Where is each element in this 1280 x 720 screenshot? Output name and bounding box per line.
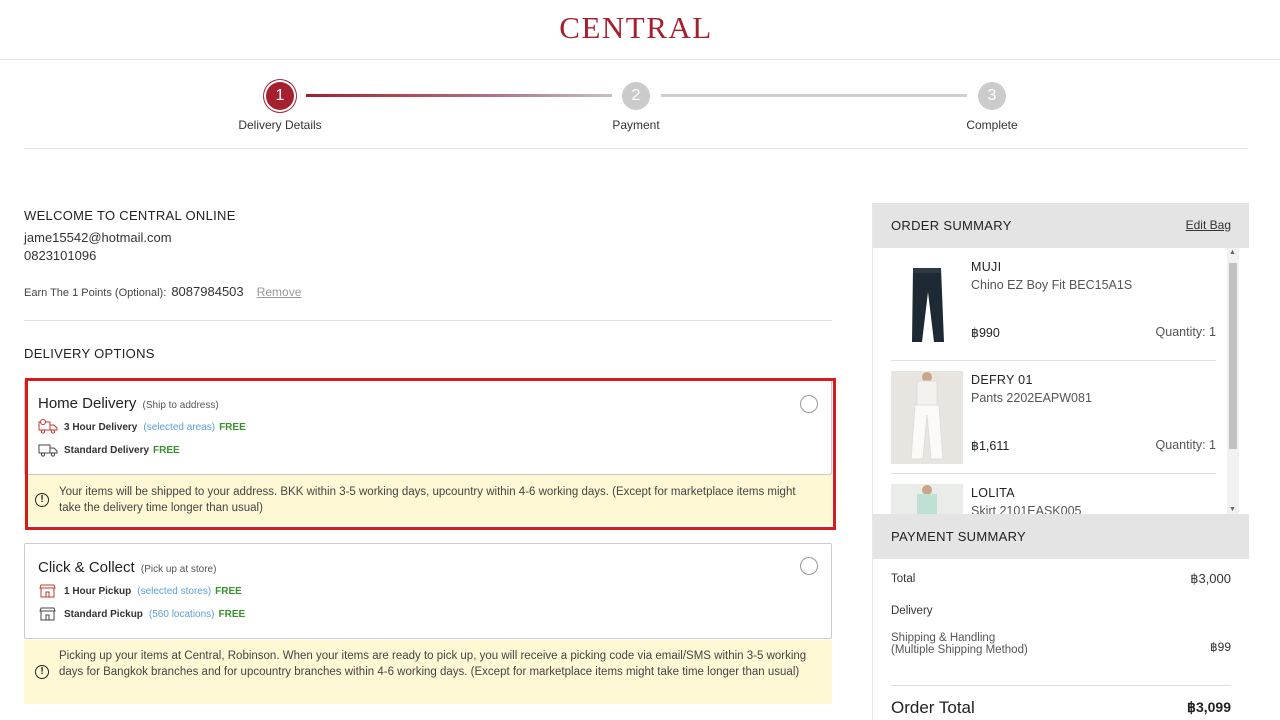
total-value: ฿3,000 [1190, 571, 1231, 586]
home-delivery-info-text: Your items will be shipped to your addre… [59, 486, 796, 514]
order-total-value: ฿3,099 [1187, 699, 1231, 715]
selected-stores-link[interactable]: (selected stores) [137, 586, 211, 597]
truck-icon [38, 444, 58, 457]
total-label: Total [891, 573, 916, 585]
express-truck-icon [38, 419, 58, 434]
list-item: MUJI Chino EZ Boy Fit BEC15A1S ฿990 Quan… [891, 248, 1216, 361]
three-hour-delivery-label: 3 Hour Delivery [64, 421, 138, 433]
alert-icon: ! [35, 493, 49, 507]
payment-summary-title: PAYMENT SUMMARY [891, 529, 1027, 544]
delivery-label: Delivery [891, 605, 933, 617]
order-total-row: Order Total ฿3,099 [891, 698, 1231, 718]
payment-summary-header: PAYMENT SUMMARY [873, 514, 1249, 559]
shipping-value: ฿99 [1210, 640, 1231, 654]
step-connector-1 [306, 94, 612, 97]
store-icon [39, 607, 56, 621]
alert-icon: ! [35, 665, 49, 679]
home-delivery-option[interactable]: Home Delivery (Ship to address) 3 Hour D… [24, 380, 832, 475]
scroll-up-arrow-icon[interactable]: ▲ [1229, 249, 1236, 256]
shipping-row: Shipping & Handling (Multiple Shipping M… [891, 632, 1231, 656]
home-delivery-subtitle: (Ship to address) [142, 400, 219, 411]
item-name: Pants 2202EAPW081 [971, 391, 1092, 405]
customer-email: jame15542@hotmail.com [24, 230, 172, 245]
items-scrollbar[interactable]: ▲ ▼ [1227, 248, 1239, 515]
standard-delivery-row: Standard Delivery FREE [38, 442, 180, 458]
step-connector-2 [661, 94, 967, 97]
step-2-label: Payment [612, 118, 660, 132]
click-collect-subtitle: (Pick up at store) [140, 564, 217, 575]
the1-points-row: Earn The 1 Points (Optional): 8087984503… [24, 284, 301, 299]
checkout-stepper: 1 Delivery Details 2 Payment 3 Complete [24, 60, 1248, 149]
points-value: 8087984503 [171, 284, 244, 299]
order-items-list[interactable]: MUJI Chino EZ Boy Fit BEC15A1S ฿990 Quan… [873, 248, 1249, 515]
item-quantity: Quantity: 1 [1155, 438, 1216, 452]
item-name: Chino EZ Boy Fit BEC15A1S [971, 278, 1133, 292]
click-collect-option[interactable]: Click & Collect (Pick up at store) 1 Hou… [24, 543, 832, 639]
one-hour-pickup-row: 1 Hour Pickup (selected stores) FREE [38, 583, 242, 599]
divider [891, 685, 1231, 686]
step-1-circle: 1 [266, 82, 294, 110]
home-delivery-title: Home Delivery (Ship to address) [38, 395, 219, 412]
one-hour-pickup-price: FREE [215, 585, 242, 597]
express-store-icon [39, 584, 56, 598]
shipping-label: Shipping & Handling [891, 632, 996, 644]
site-header: CENTRAL [0, 0, 1280, 60]
scroll-down-arrow-icon[interactable]: ▼ [1229, 506, 1236, 513]
divider [24, 320, 832, 321]
standard-pickup-label: Standard Pickup [64, 608, 143, 620]
delivery-options-title: DELIVERY OPTIONS [24, 346, 155, 361]
item-brand: DEFRY 01 [971, 373, 1033, 387]
points-label: Earn The 1 Points (Optional): [24, 287, 167, 299]
item-price: ฿990 [971, 326, 1000, 340]
step-3-label: Complete [966, 118, 1018, 132]
list-item: LOLITA Skirt 2101EASK005 [891, 474, 1216, 515]
item-brand: MUJI [971, 260, 1002, 274]
home-delivery-info: ! Your items will be shipped to your add… [24, 475, 832, 525]
selected-areas-link[interactable]: (selected areas) [143, 422, 215, 433]
item-price: ฿1,611 [971, 439, 1010, 453]
item-quantity: Quantity: 1 [1155, 325, 1216, 339]
customer-phone: 0823101096 [24, 248, 97, 263]
standard-delivery-price: FREE [153, 444, 180, 456]
step-2-circle: 2 [622, 82, 650, 110]
three-hour-delivery-row: 3 Hour Delivery (selected areas) FREE [38, 419, 246, 435]
click-collect-info: ! Picking up your items at Central, Robi… [24, 640, 832, 704]
product-image [891, 258, 963, 351]
list-item: DEFRY 01 Pants 2202EAPW081 ฿1,611 Quanti… [891, 361, 1216, 474]
order-total-label: Order Total [891, 698, 975, 717]
click-collect-radio[interactable] [800, 557, 818, 575]
three-hour-delivery-price: FREE [219, 421, 246, 433]
summary-sidebar: ORDER SUMMARY Edit Bag MUJI Chino EZ Boy… [872, 203, 1249, 720]
one-hour-pickup-label: 1 Hour Pickup [64, 585, 132, 597]
locations-link[interactable]: (560 locations) [149, 609, 215, 620]
remove-points-link[interactable]: Remove [257, 285, 302, 299]
welcome-title: WELCOME TO CENTRAL ONLINE [24, 208, 236, 223]
click-collect-title-text: Click & Collect [38, 559, 135, 576]
click-collect-title: Click & Collect (Pick up at store) [38, 559, 216, 576]
shipping-sublabel: (Multiple Shipping Method) [891, 644, 1028, 656]
scroll-thumb[interactable] [1229, 263, 1237, 449]
standard-pickup-price: FREE [218, 608, 246, 620]
click-collect-info-text: Picking up your items at Central, Robins… [59, 650, 807, 678]
standard-pickup-row: Standard Pickup (560 locations) FREE [38, 606, 245, 622]
total-row: Total ฿3,000 [891, 571, 1231, 586]
order-summary-title: ORDER SUMMARY [891, 218, 1012, 233]
edit-bag-link[interactable]: Edit Bag [1186, 218, 1231, 232]
item-brand: LOLITA [971, 486, 1015, 500]
standard-delivery-label: Standard Delivery [64, 444, 150, 456]
step-3-circle: 3 [978, 82, 1006, 110]
home-delivery-radio[interactable] [800, 395, 818, 413]
product-image [891, 484, 963, 515]
step-1-label: Delivery Details [238, 118, 322, 132]
home-delivery-title-text: Home Delivery [38, 395, 137, 412]
order-summary-header: ORDER SUMMARY Edit Bag [873, 203, 1249, 248]
product-image [891, 371, 963, 464]
central-logo[interactable]: CENTRAL [0, 10, 1272, 46]
